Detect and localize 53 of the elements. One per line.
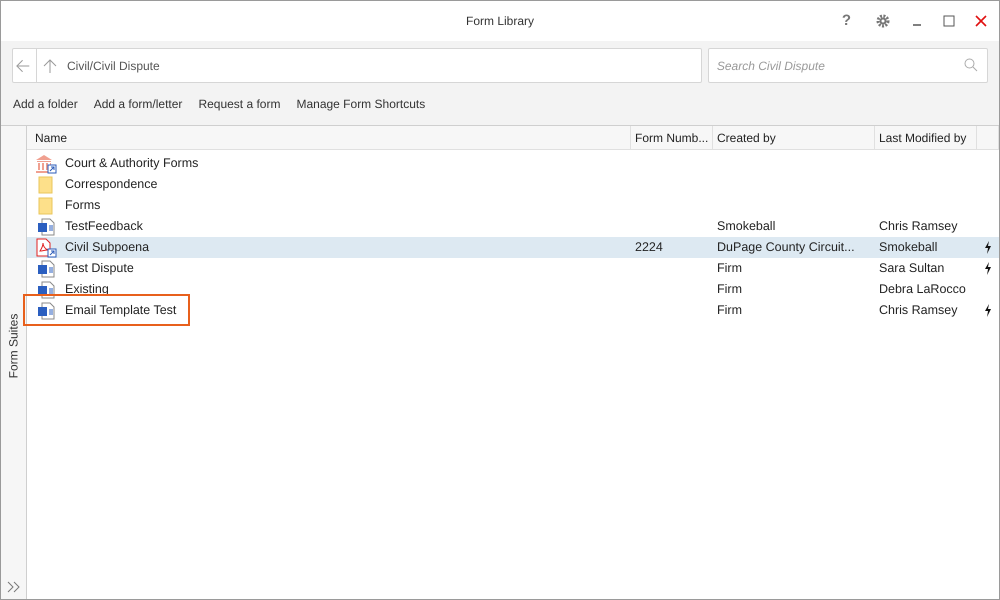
- column-header[interactable]: Form Numb...: [631, 126, 713, 149]
- created-by-cell: Firm: [717, 303, 742, 318]
- table-row[interactable]: Existing Firm Debra LaRocco: [27, 279, 999, 300]
- table-row[interactable]: Test Dispute Firm Sara Sultan: [27, 258, 999, 279]
- name-cell-text: Court & Authority Forms: [65, 155, 198, 172]
- name-cell-text: TestFeedback: [65, 218, 143, 236]
- table-row[interactable]: Forms: [27, 195, 999, 216]
- maximize-icon[interactable]: [943, 15, 955, 27]
- help-button[interactable]: ?: [838, 10, 855, 32]
- action-link[interactable]: Add a folder: [13, 95, 78, 113]
- path-field[interactable]: Civil/Civil Dispute: [12, 48, 702, 83]
- document-icon: [37, 302, 55, 320]
- document-icon: [37, 218, 55, 236]
- form-number-cell: 2224: [635, 240, 663, 254]
- window-title: Form Library: [466, 13, 534, 30]
- name-cell-text: Test Dispute: [65, 260, 134, 278]
- search-field[interactable]: Search Civil Dispute: [708, 48, 988, 83]
- table-row[interactable]: Correspondence: [27, 174, 999, 195]
- modified-by-cell: Smokeball: [879, 240, 938, 254]
- search-icon[interactable]: [964, 58, 978, 72]
- modified-by-cell: Chris Ramsey: [879, 219, 958, 234]
- table-row[interactable]: Court & Authority Forms: [27, 153, 999, 174]
- action-link[interactable]: Manage Form Shortcuts: [296, 95, 426, 113]
- folder-icon: [38, 196, 54, 214]
- modified-by-cell: Chris Ramsey: [879, 303, 958, 318]
- expand-chevrons-icon[interactable]: [6, 581, 20, 593]
- created-by-cell: Firm: [717, 261, 742, 276]
- sidebar-tab[interactable]: Form Suites: [4, 314, 22, 378]
- folder-icon: [38, 176, 54, 194]
- pdf-file-icon: [35, 238, 57, 258]
- modified-by-cell: Debra LaRocco: [879, 282, 966, 296]
- name-cell-text: Email Template Test: [65, 302, 176, 320]
- name-cell-text: Correspondence: [65, 176, 158, 194]
- action-link[interactable]: Request a form: [198, 95, 280, 113]
- column-header[interactable]: Name: [31, 126, 631, 149]
- name-cell-text: Civil Subpoena: [65, 239, 150, 256]
- name-cell-text: Existing: [65, 281, 109, 298]
- close-icon[interactable]: [975, 15, 987, 27]
- settings-icon[interactable]: [875, 13, 891, 29]
- column-header[interactable]: Created by: [713, 126, 875, 149]
- action-link[interactable]: Add a form/letter: [94, 95, 182, 113]
- column-header[interactable]: Last Modified by: [875, 126, 977, 149]
- table-row[interactable]: Email Template Test Firm Chris Ramsey: [27, 300, 999, 321]
- table-row[interactable]: Civil Subpoena 2224 DuPage County Circuit... Smokeball: [27, 237, 999, 258]
- created-by-cell: DuPage County Circuit...: [717, 240, 855, 254]
- modified-by-cell: Sara Sultan: [879, 261, 944, 276]
- name-cell-text: Forms: [65, 197, 100, 214]
- created-by-cell: Firm: [717, 282, 742, 296]
- created-by-cell: Smokeball: [717, 219, 776, 234]
- path-text: Civil/Civil Dispute: [67, 58, 160, 74]
- document-icon: [37, 260, 55, 278]
- table-row[interactable]: TestFeedback Smokeball Chris Ramsey: [27, 216, 999, 237]
- building-icon: [35, 154, 57, 174]
